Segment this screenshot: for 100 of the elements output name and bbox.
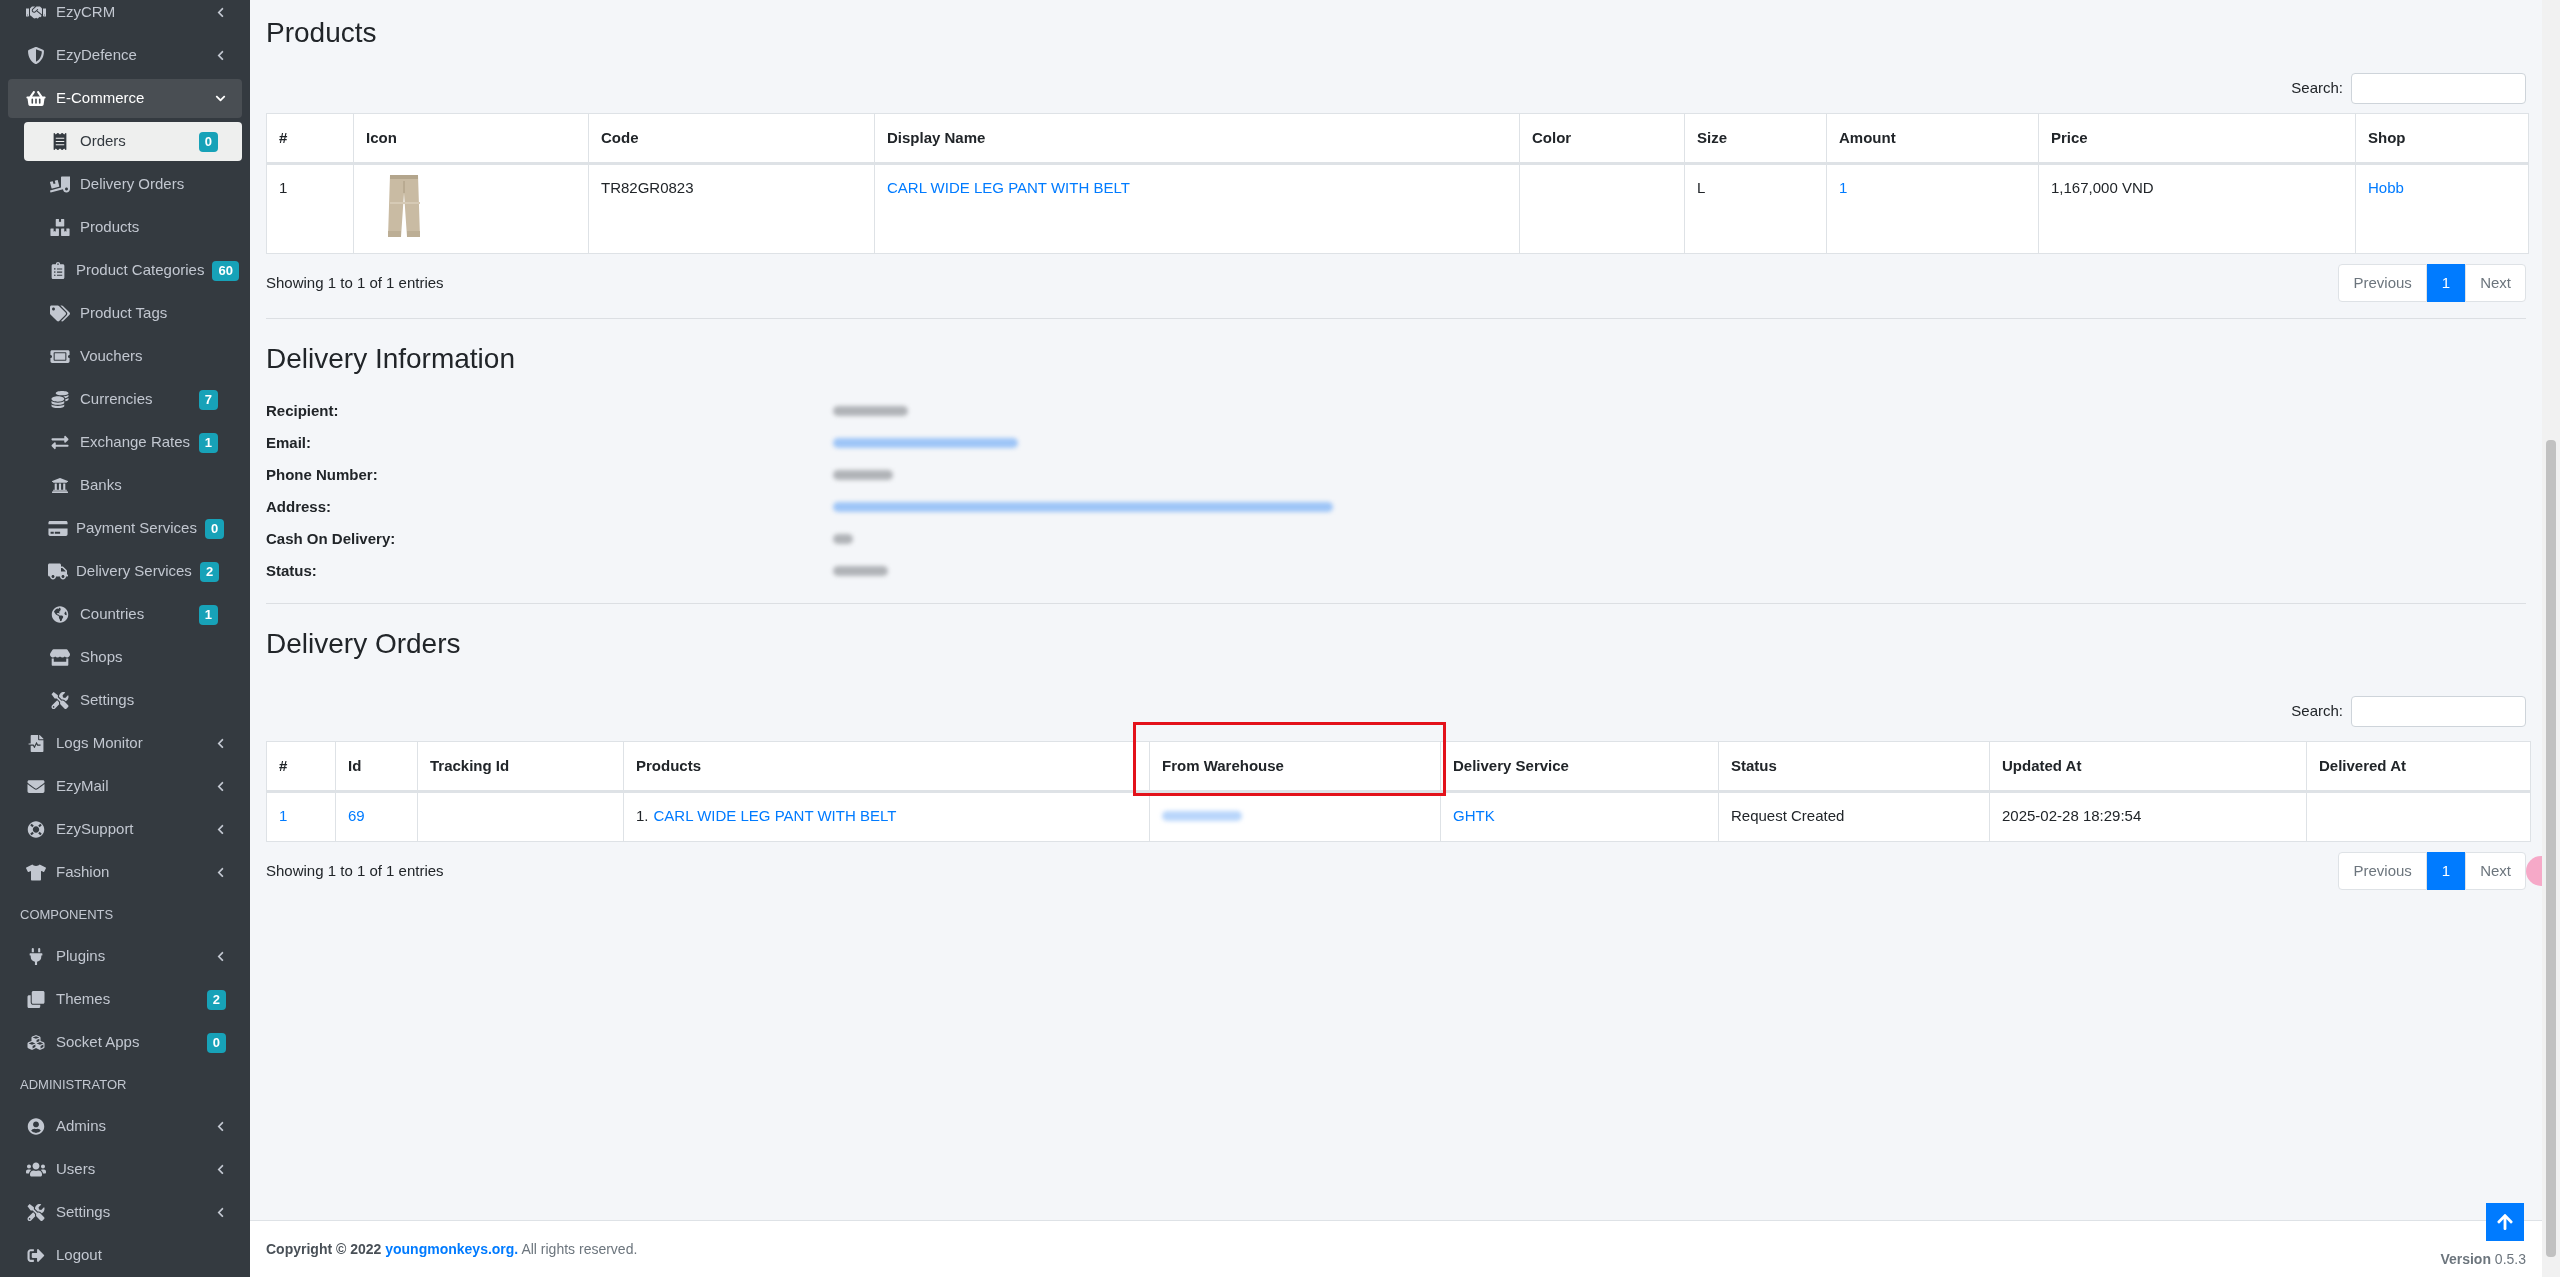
column-header[interactable]: # [279, 756, 288, 774]
sidebar-item[interactable]: Countries 1 [24, 595, 242, 634]
page-button[interactable]: 1 [2426, 852, 2466, 890]
count-badge: 1 [198, 604, 218, 625]
sidebar-item[interactable]: Product Tags [24, 294, 242, 333]
column-header[interactable]: Icon [366, 128, 397, 146]
sidebar-item[interactable]: Themes 2 [8, 980, 242, 1019]
column-header[interactable]: Display Name [887, 128, 986, 146]
cell-link[interactable]: 1 [1839, 179, 1848, 196]
cell-link[interactable]: 1 [279, 807, 288, 824]
count-badge: 0 [198, 131, 218, 152]
cubes-icon [26, 1034, 46, 1051]
footer-link[interactable]: youngmonkeys.org. [385, 1240, 519, 1257]
cell-link[interactable]: CARL WIDE LEG PANT WITH BELT [887, 179, 1130, 196]
field-label: Address: [266, 496, 333, 517]
column-header[interactable]: From Warehouse [1162, 756, 1284, 774]
sidebar-item[interactable]: Settings [24, 681, 242, 720]
tags-icon [50, 305, 70, 322]
sidebar-item[interactable]: EzyMail [8, 767, 242, 806]
cell-link[interactable]: Hobb [2368, 179, 2404, 196]
cell-text: 1 [279, 179, 288, 196]
page-button[interactable]: 1 [2426, 264, 2466, 302]
sidebar-item[interactable]: Delivery Orders [24, 165, 242, 204]
tools-icon [50, 692, 70, 709]
entries-info: Showing 1 to 1 of 1 entries [266, 272, 444, 293]
count-badge: 2 [199, 561, 220, 582]
column-header[interactable]: Tracking Id [430, 756, 510, 774]
tshirt-icon [26, 864, 46, 881]
sidebar-item[interactable]: EzyCRM [8, 0, 242, 32]
section-title: Delivery Orders [266, 627, 462, 661]
chevron-left-icon [215, 7, 226, 18]
copyright-text: Copyright © 2022 youngmonkeys.org. All rights reserved. [266, 1239, 638, 1259]
logout-icon [26, 1247, 46, 1264]
column-header[interactable]: Code [601, 128, 639, 146]
section-header: ADMINISTRATOR [20, 1075, 127, 1094]
column-header[interactable]: Size [1697, 128, 1727, 146]
scrollbar-thumb[interactable] [2546, 440, 2556, 1257]
sidebar-item[interactable]: Products [24, 208, 242, 247]
sidebar-item[interactable]: Product Categories 60 [24, 251, 242, 290]
count-badge: 1 [198, 432, 218, 453]
sidebar-item[interactable]: Settings [8, 1193, 242, 1232]
column-header[interactable]: Color [1532, 128, 1572, 146]
column-header[interactable]: Id [348, 756, 362, 774]
version-text: Version 0.5.3 [2440, 1249, 2526, 1269]
cell-link[interactable]: GHTK [1453, 807, 1495, 824]
column-header[interactable]: Products [636, 756, 701, 774]
truck-icon [48, 563, 68, 580]
sidebar-item[interactable]: E-Commerce [8, 79, 242, 118]
dolly-icon [50, 176, 70, 193]
sidebar-item[interactable]: Vouchers [24, 337, 242, 376]
cell-text: Request Created [1731, 807, 1845, 824]
scrollbar[interactable] [2542, 0, 2560, 1277]
coins-icon [50, 391, 70, 408]
sidebar-item[interactable]: Admins [8, 1107, 242, 1146]
users-icon [26, 1161, 46, 1178]
sidebar-item[interactable]: Currencies 7 [24, 380, 242, 419]
search-field[interactable] [2351, 696, 2526, 727]
cell-text: 1,167,000 VND [2051, 179, 2154, 196]
chevron-left-icon [215, 867, 226, 878]
stacked-windows-icon [26, 991, 46, 1008]
sidebar-item[interactable]: Shops [24, 638, 242, 677]
basket-icon [26, 90, 46, 107]
chevron-left-icon [215, 50, 226, 61]
sidebar-item[interactable]: Banks [24, 466, 242, 505]
search-field[interactable] [2351, 73, 2526, 104]
sidebar-item[interactable]: Payment Services 0 [24, 509, 242, 548]
cell-link[interactable]: CARL WIDE LEG PANT WITH BELT [653, 805, 897, 828]
entries-info: Showing 1 to 1 of 1 entries [266, 860, 444, 881]
column-header[interactable]: Shop [2368, 128, 2406, 146]
store-icon [50, 649, 70, 666]
field-label: Recipient: [266, 400, 340, 421]
column-header[interactable]: Status [1731, 756, 1777, 774]
sidebar-item[interactable]: Fashion [8, 853, 242, 892]
chevron-left-icon [215, 951, 226, 962]
sidebar-item[interactable]: Logout [8, 1236, 242, 1275]
sidebar-item[interactable]: Plugins [8, 937, 242, 976]
chevron-left-icon [215, 824, 226, 835]
sidebar-item[interactable]: Exchange Rates 1 [24, 423, 242, 462]
sidebar-item[interactable]: Logs Monitor [8, 724, 242, 763]
column-header[interactable]: Updated At [2002, 756, 2082, 774]
count-badge: 0 [206, 1032, 226, 1053]
bank-icon [50, 477, 70, 494]
sidebar-item[interactable]: EzyDefence [8, 36, 242, 75]
boxes-icon [50, 219, 70, 236]
column-header[interactable]: Delivery Service [1453, 756, 1569, 774]
chevron-left-icon [215, 781, 226, 792]
column-header[interactable]: Amount [1839, 128, 1896, 146]
column-header[interactable]: Delivered At [2319, 756, 2406, 774]
section-header: COMPONENTS [20, 905, 114, 924]
column-header[interactable]: Price [2051, 128, 2088, 146]
sidebar-item[interactable]: EzySupport [8, 810, 242, 849]
scroll-top-button[interactable] [2486, 1203, 2524, 1241]
sidebar-item[interactable]: Delivery Services 2 [24, 552, 242, 591]
envelope-icon [26, 778, 46, 795]
search-label: Search: [2291, 701, 2343, 722]
column-header[interactable]: # [279, 128, 288, 146]
sidebar-item[interactable]: Orders 0 [24, 122, 242, 161]
sidebar-item[interactable]: Socket Apps 0 [8, 1023, 242, 1062]
sidebar-item[interactable]: Users [8, 1150, 242, 1189]
cell-link[interactable]: 69 [348, 807, 365, 824]
